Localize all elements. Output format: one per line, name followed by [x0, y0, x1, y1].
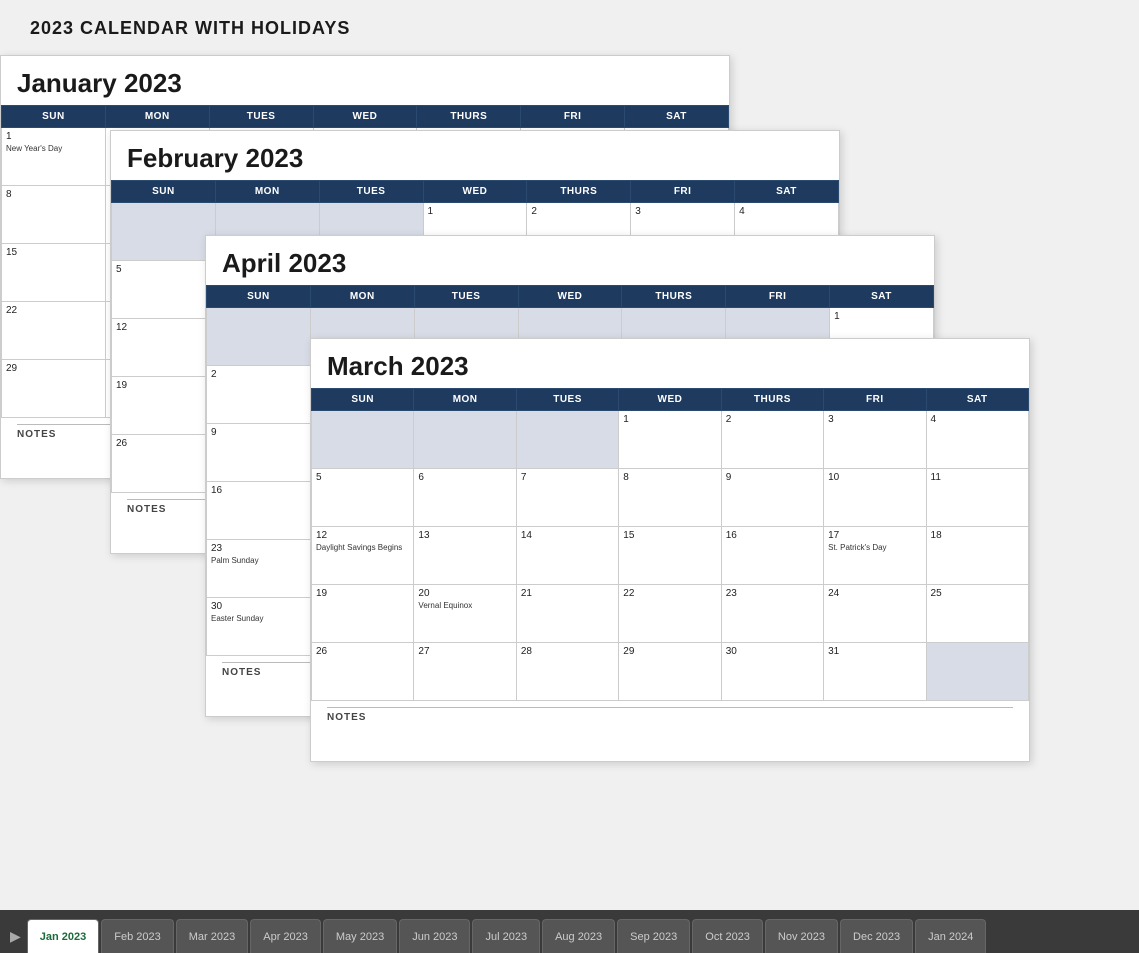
march-title: March 2023: [311, 339, 1029, 388]
mar-header-wed: WED: [619, 389, 721, 411]
feb-header-fri: FRI: [631, 181, 735, 203]
jan-cell: 8: [2, 186, 106, 244]
tab-aug-2023[interactable]: Aug 2023: [542, 919, 615, 953]
feb-header-thu: THURS: [527, 181, 631, 203]
feb-cell-empty: [112, 203, 216, 261]
table-row: 1 2 3 4: [312, 411, 1029, 469]
tab-jun-2023[interactable]: Jun 2023: [399, 919, 470, 953]
jan-header-thu: THURS: [417, 106, 521, 128]
february-title: February 2023: [111, 131, 839, 180]
table-row: 26 27 28 29 30 31: [312, 643, 1029, 701]
tab-dec-2023[interactable]: Dec 2023: [840, 919, 913, 953]
jan-cell: 29: [2, 360, 106, 418]
mar-header-sun: SUN: [312, 389, 414, 411]
feb-header-sun: SUN: [112, 181, 216, 203]
feb-header-sat: SAT: [735, 181, 839, 203]
table-row: 19 20Vernal Equinox 21 22 23 24 25: [312, 585, 1029, 643]
tab-jan-2024[interactable]: Jan 2024: [915, 919, 986, 953]
tab-may-2023[interactable]: May 2023: [323, 919, 397, 953]
table-row: 5 6 7 8 9 10 11: [312, 469, 1029, 527]
jan-header-mon: MON: [105, 106, 209, 128]
tab-sep-2023[interactable]: Sep 2023: [617, 919, 690, 953]
jan-header-sun: SUN: [2, 106, 106, 128]
mar-header-mon: MON: [414, 389, 516, 411]
tab-oct-2023[interactable]: Oct 2023: [692, 919, 763, 953]
feb-cell: 12: [112, 319, 216, 377]
apr-header-fri: FRI: [726, 286, 830, 308]
notes-label: NOTES: [327, 707, 1013, 723]
mar-header-thu: THURS: [721, 389, 823, 411]
march-notes: NOTES: [311, 701, 1029, 761]
apr-header-mon: MON: [310, 286, 414, 308]
apr-header-tue: TUES: [414, 286, 518, 308]
tab-mar-2023[interactable]: Mar 2023: [176, 919, 248, 953]
march-table: SUN MON TUES WED THURS FRI SAT 1 2 3: [311, 388, 1029, 701]
mar-header-sat: SAT: [926, 389, 1028, 411]
january-title: January 2023: [1, 56, 729, 105]
april-title: April 2023: [206, 236, 934, 285]
jan-cell: 15: [2, 244, 106, 302]
jan-cell: 22: [2, 302, 106, 360]
feb-cell: 19: [112, 377, 216, 435]
tab-apr-2023[interactable]: Apr 2023: [250, 919, 321, 953]
calendar-march: March 2023 SUN MON TUES WED THURS FRI SA…: [310, 338, 1030, 762]
tab-nov-2023[interactable]: Nov 2023: [765, 919, 838, 953]
tab-jan-2023[interactable]: Jan 2023: [27, 919, 99, 953]
feb-cell: 5: [112, 261, 216, 319]
apr-header-thu: THURS: [622, 286, 726, 308]
feb-cell: 26: [112, 435, 216, 493]
jan-header-fri: FRI: [521, 106, 625, 128]
apr-header-sat: SAT: [830, 286, 934, 308]
tab-jul-2023[interactable]: Jul 2023: [472, 919, 540, 953]
feb-header-wed: WED: [423, 181, 527, 203]
jan-header-sat: SAT: [625, 106, 729, 128]
apr-header-sun: SUN: [207, 286, 311, 308]
feb-header-mon: MON: [215, 181, 319, 203]
tab-bar: ▶ Jan 2023 Feb 2023 Mar 2023 Apr 2023 Ma…: [0, 910, 1139, 953]
jan-cell: 1New Year's Day: [2, 128, 106, 186]
tab-feb-2023[interactable]: Feb 2023: [101, 919, 173, 953]
main-area: 2023 CALENDAR WITH HOLIDAYS January 2023…: [0, 0, 1139, 910]
jan-header-wed: WED: [313, 106, 417, 128]
page-title: 2023 CALENDAR WITH HOLIDAYS: [30, 18, 1109, 39]
jan-header-tue: TUES: [209, 106, 313, 128]
tab-scroll-left[interactable]: ▶: [4, 919, 27, 953]
mar-header-tue: TUES: [516, 389, 618, 411]
feb-header-tue: TUES: [319, 181, 423, 203]
mar-header-fri: FRI: [824, 389, 926, 411]
table-row: 12Daylight Savings Begins 13 14 15 16 17…: [312, 527, 1029, 585]
apr-header-wed: WED: [518, 286, 622, 308]
